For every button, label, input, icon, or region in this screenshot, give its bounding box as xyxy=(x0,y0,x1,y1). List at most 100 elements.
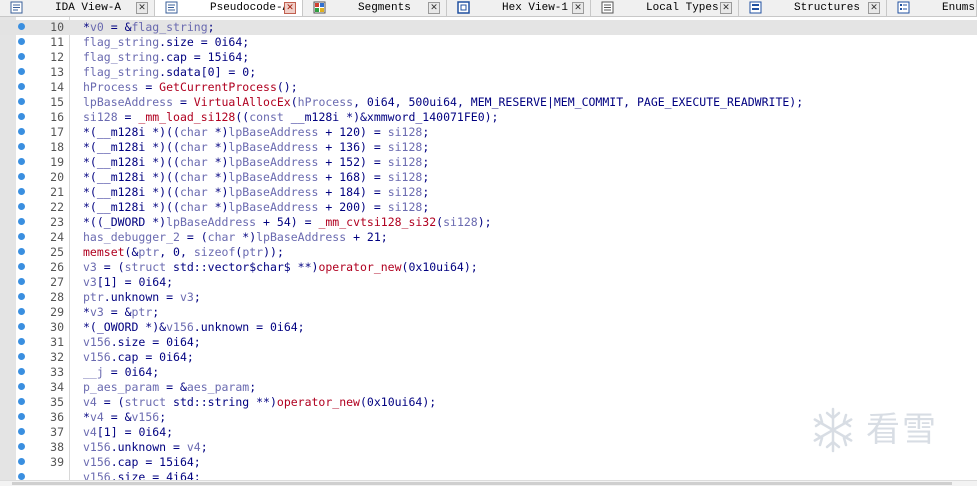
breakpoint-dot[interactable] xyxy=(18,203,25,210)
code-line[interactable]: 33 __j = 0i64; xyxy=(0,365,977,380)
breakpoint-dot[interactable] xyxy=(18,113,25,120)
code-text[interactable]: v156.cap = 15i64; xyxy=(83,455,201,470)
breakpoint-dot[interactable] xyxy=(18,443,25,450)
breakpoint-dot[interactable] xyxy=(18,188,25,195)
code-text[interactable]: hProcess = GetCurrentProcess(); xyxy=(83,80,298,95)
tab-hex-view-1[interactable]: Hex View-1 ✕ xyxy=(447,0,591,16)
tab-ida-view-a[interactable]: IDA View-A ✕ xyxy=(0,0,155,16)
code-line[interactable]: 23 *((_DWORD *)lpBaseAddress + 54) = _mm_… xyxy=(0,215,977,230)
code-line[interactable]: 26 v3 = (struct std::vector$char$ **)oper… xyxy=(0,260,977,275)
breakpoint-dot[interactable] xyxy=(18,278,25,285)
code-line[interactable]: 32 v156.cap = 0i64; xyxy=(0,350,977,365)
breakpoint-dot[interactable] xyxy=(18,473,25,480)
code-text[interactable]: memset(&ptr, 0, sizeof(ptr)); xyxy=(83,245,284,260)
code-text[interactable]: *((_DWORD *)lpBaseAddress + 54) = _mm_cv… xyxy=(83,215,492,230)
code-line[interactable]: 21 *(__m128i *)((char *)lpBaseAddress + 1… xyxy=(0,185,977,200)
breakpoint-dot[interactable] xyxy=(18,143,25,150)
breakpoint-dot[interactable] xyxy=(18,293,25,300)
breakpoint-dot[interactable] xyxy=(18,413,25,420)
breakpoint-dot[interactable] xyxy=(18,323,25,330)
code-text[interactable]: v156.size = 0i64; xyxy=(83,335,201,350)
code-line[interactable]: 10 *v0 = &flag_string; xyxy=(0,20,977,35)
code-text[interactable]: v156.unknown = v4; xyxy=(83,440,208,455)
code-text[interactable]: has_debugger_2 = (char *)lpBaseAddress +… xyxy=(83,230,388,245)
close-icon[interactable]: ✕ xyxy=(572,2,584,14)
close-icon[interactable]: ✕ xyxy=(136,2,148,14)
close-icon[interactable]: ✕ xyxy=(720,2,732,14)
breakpoint-dot[interactable] xyxy=(18,158,25,165)
code-text[interactable]: si128 = _mm_load_si128((const __m128i *)… xyxy=(83,110,498,125)
tab-pseudocode-a[interactable]: Pseudocode-A ✕ xyxy=(155,0,303,16)
code-text[interactable]: flag_string.size = 0i64; xyxy=(83,35,249,50)
code-text[interactable]: *(__m128i *)((char *)lpBaseAddress + 184… xyxy=(83,185,429,200)
code-text[interactable]: p_aes_param = &aes_param; xyxy=(83,380,256,395)
code-line[interactable]: 16 si128 = _mm_load_si128((const __m128i … xyxy=(0,110,977,125)
code-text[interactable]: *v4 = &v156; xyxy=(83,410,166,425)
code-line[interactable]: 18 *(__m128i *)((char *)lpBaseAddress + 1… xyxy=(0,140,977,155)
code-line[interactable]: 28 ptr.unknown = v3; xyxy=(0,290,977,305)
code-text[interactable]: *(__m128i *)((char *)lpBaseAddress + 120… xyxy=(83,125,429,140)
code-line[interactable]: 15 lpBaseAddress = VirtualAllocEx(hProces… xyxy=(0,95,977,110)
tab-enums[interactable]: Enums xyxy=(887,0,977,16)
breakpoint-dot[interactable] xyxy=(18,83,25,90)
breakpoint-dot[interactable] xyxy=(18,23,25,30)
breakpoint-dot[interactable] xyxy=(18,128,25,135)
code-text[interactable]: v156.cap = 0i64; xyxy=(83,350,194,365)
close-icon[interactable]: ✕ xyxy=(428,2,440,14)
breakpoint-dot[interactable] xyxy=(18,248,25,255)
breakpoint-dot[interactable] xyxy=(18,98,25,105)
code-text[interactable]: lpBaseAddress = VirtualAllocEx(hProcess,… xyxy=(83,95,803,110)
code-text[interactable]: *(__m128i *)((char *)lpBaseAddress + 200… xyxy=(83,200,429,215)
code-text[interactable]: v4 = (struct std::string **)operator_new… xyxy=(83,395,436,410)
breakpoint-dot[interactable] xyxy=(18,428,25,435)
code-line[interactable]: 17 *(__m128i *)((char *)lpBaseAddress + 1… xyxy=(0,125,977,140)
code-line[interactable]: 25 memset(&ptr, 0, sizeof(ptr)); xyxy=(0,245,977,260)
tab-structures[interactable]: Structures ✕ xyxy=(739,0,887,16)
code-text[interactable]: flag_string.cap = 15i64; xyxy=(83,50,249,65)
code-text[interactable]: *(__m128i *)((char *)lpBaseAddress + 168… xyxy=(83,170,429,185)
breakpoint-dot[interactable] xyxy=(18,308,25,315)
code-line[interactable]: 31 v156.size = 0i64; xyxy=(0,335,977,350)
breakpoint-dot[interactable] xyxy=(18,368,25,375)
breakpoint-dot[interactable] xyxy=(18,263,25,270)
code-line[interactable]: 22 *(__m128i *)((char *)lpBaseAddress + 2… xyxy=(0,200,977,215)
code-text[interactable]: *v3 = &ptr; xyxy=(83,305,159,320)
close-icon[interactable]: ✕ xyxy=(868,2,880,14)
code-line[interactable]: 11 flag_string.size = 0i64; xyxy=(0,35,977,50)
breakpoint-dot[interactable] xyxy=(18,38,25,45)
code-text[interactable]: *v0 = &flag_string; xyxy=(83,20,215,35)
tab-local-types[interactable]: Local Types ✕ xyxy=(591,0,739,16)
tab-segments[interactable]: Segments ✕ xyxy=(303,0,447,16)
breakpoint-dot[interactable] xyxy=(18,338,25,345)
code-line[interactable]: 19 *(__m128i *)((char *)lpBaseAddress + 1… xyxy=(0,155,977,170)
code-text[interactable]: __j = 0i64; xyxy=(83,365,159,380)
code-text[interactable]: flag_string.sdata[0] = 0; xyxy=(83,65,256,80)
code-line[interactable]: 24 has_debugger_2 = (char *)lpBaseAddress… xyxy=(0,230,977,245)
code-text[interactable]: ptr.unknown = v3; xyxy=(83,290,201,305)
code-text[interactable]: v4[1] = 0i64; xyxy=(83,425,173,440)
code-line[interactable]: 27 v3[1] = 0i64; xyxy=(0,275,977,290)
breakpoint-dot[interactable] xyxy=(18,353,25,360)
code-line[interactable]: 29 *v3 = &ptr; xyxy=(0,305,977,320)
code-line[interactable]: 12 flag_string.cap = 15i64; xyxy=(0,50,977,65)
close-icon[interactable]: ✕ xyxy=(284,2,296,14)
breakpoint-dot[interactable] xyxy=(18,458,25,465)
code-line[interactable]: 20 *(__m128i *)((char *)lpBaseAddress + 1… xyxy=(0,170,977,185)
code-line[interactable]: 39 v156.cap = 15i64; xyxy=(0,455,977,470)
code-text[interactable]: v3[1] = 0i64; xyxy=(83,275,173,290)
breakpoint-dot[interactable] xyxy=(18,53,25,60)
horizontal-scrollbar[interactable] xyxy=(0,480,977,486)
code-text[interactable]: *(__m128i *)((char *)lpBaseAddress + 152… xyxy=(83,155,429,170)
code-line[interactable]: 14 hProcess = GetCurrentProcess(); xyxy=(0,80,977,95)
breakpoint-dot[interactable] xyxy=(18,398,25,405)
code-line[interactable]: 34 p_aes_param = &aes_param; xyxy=(0,380,977,395)
code-line[interactable]: 30 *(_OWORD *)&v156.unknown = 0i64; xyxy=(0,320,977,335)
breakpoint-dot[interactable] xyxy=(18,233,25,240)
breakpoint-dot[interactable] xyxy=(18,218,25,225)
code-line[interactable]: 13 flag_string.sdata[0] = 0; xyxy=(0,65,977,80)
code-text[interactable]: *(__m128i *)((char *)lpBaseAddress + 136… xyxy=(83,140,429,155)
breakpoint-dot[interactable] xyxy=(18,173,25,180)
breakpoint-dot[interactable] xyxy=(18,383,25,390)
code-text[interactable]: *(_OWORD *)&v156.unknown = 0i64; xyxy=(83,320,305,335)
breakpoint-dot[interactable] xyxy=(18,68,25,75)
